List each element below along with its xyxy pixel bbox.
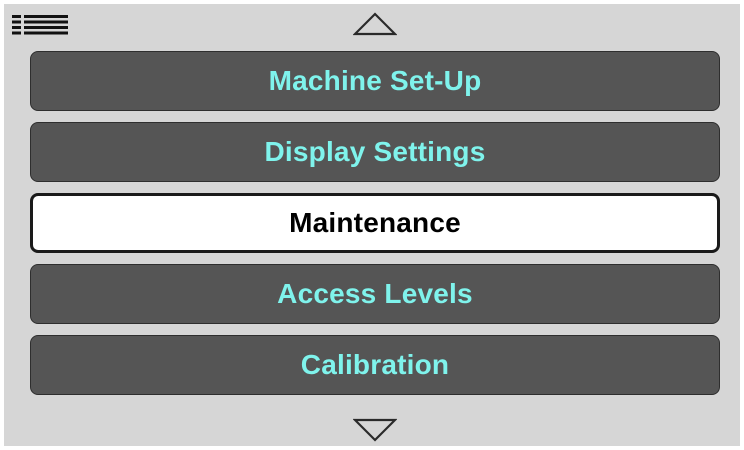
settings-menu-list: Machine Set-Up Display Settings Maintena…	[30, 51, 720, 406]
calibration-button[interactable]: Calibration	[30, 335, 720, 395]
menu-list-icon[interactable]	[12, 14, 68, 36]
access-levels-button[interactable]: Access Levels	[30, 264, 720, 324]
scroll-down-arrow-icon[interactable]	[352, 418, 398, 442]
settings-screen: Machine Set-Up Display Settings Maintena…	[4, 4, 740, 446]
scroll-up-arrow-icon[interactable]	[352, 12, 398, 36]
machine-setup-button[interactable]: Machine Set-Up	[30, 51, 720, 111]
display-settings-button[interactable]: Display Settings	[30, 122, 720, 182]
maintenance-button[interactable]: Maintenance	[30, 193, 720, 253]
